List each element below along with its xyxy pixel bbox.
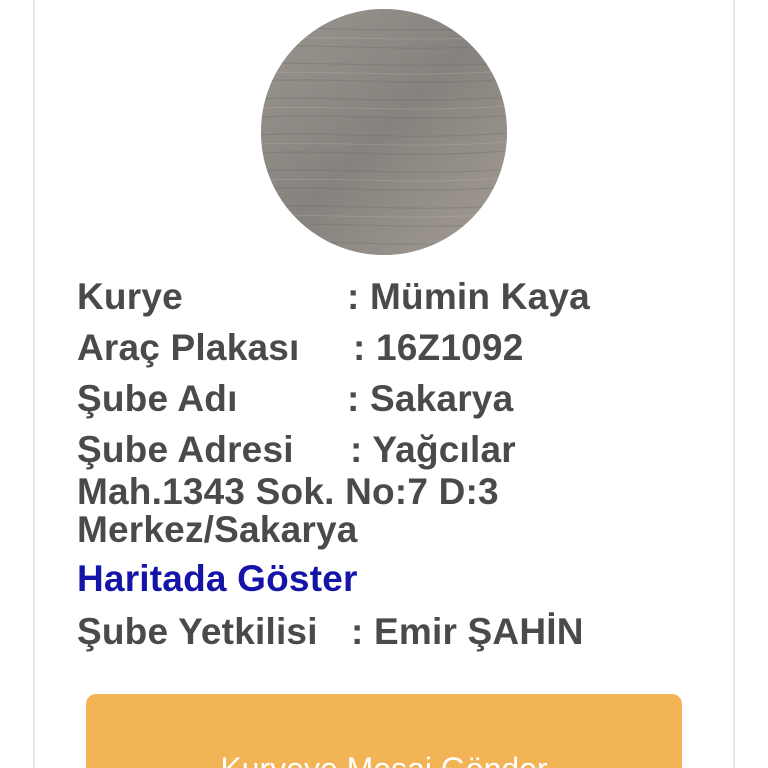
branch-manager-value: : Emir ŞAHİN (351, 611, 584, 652)
branch-address-value-line1: : Yağcılar (350, 429, 516, 470)
branch-name-label: Şube Adı (77, 378, 238, 419)
branch-name-value: : Sakarya (347, 378, 514, 419)
plate-row: Araç Plakası : 16Z1092 (77, 323, 717, 374)
wood-texture-icon (261, 9, 507, 255)
branch-name-row: Şube Adı : Sakarya (77, 374, 717, 425)
plate-value: : 16Z1092 (353, 327, 524, 368)
courier-label: Kurye (77, 276, 183, 317)
branch-address-line3: Merkez/Sakarya (77, 509, 358, 550)
courier-info: Kurye : Mümin Kaya Araç Plakası : 16Z109… (77, 272, 717, 658)
branch-address-row: Şube Adresi : Yağcılar (77, 425, 717, 475)
send-message-to-courier-button[interactable]: Kuryeye Mesaj Gönder (86, 694, 682, 768)
courier-row: Kurye : Mümin Kaya (77, 272, 717, 323)
branch-address-label: Şube Adresi (77, 429, 294, 470)
courier-photo (261, 9, 507, 255)
courier-detail-page: Kurye : Mümin Kaya Araç Plakası : 16Z109… (0, 0, 768, 768)
branch-manager-label: Şube Yetkilisi (77, 611, 318, 652)
branch-address-line2: Mah.1343 Sok. No:7 D:3 (77, 471, 499, 512)
show-on-map-link[interactable]: Haritada Göster (77, 551, 358, 607)
courier-value: : Mümin Kaya (347, 276, 590, 317)
plate-label: Araç Plakası (77, 327, 300, 368)
branch-manager-row: Şube Yetkilisi : Emir ŞAHİN (77, 607, 717, 658)
